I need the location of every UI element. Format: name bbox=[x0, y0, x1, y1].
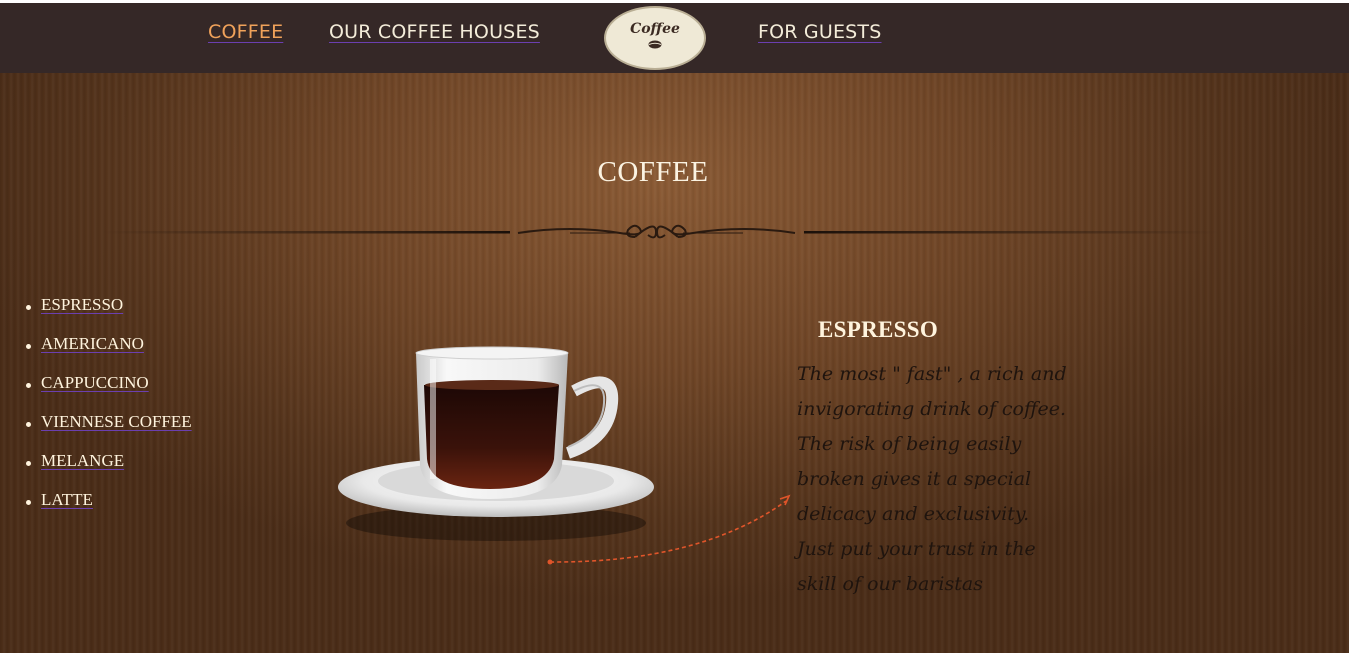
menu-item-melange[interactable]: MELANGE bbox=[26, 451, 192, 490]
coffee-bean-icon bbox=[648, 40, 662, 49]
section-title: COFFEE bbox=[597, 156, 709, 188]
menu-item-americano[interactable]: AMERICANO bbox=[26, 334, 192, 373]
nav-coffee-link[interactable]: COFFEE bbox=[208, 21, 283, 43]
menu-item-label[interactable]: VIENNESE COFFEE bbox=[41, 412, 192, 431]
nav-coffee-houses-link[interactable]: OUR COFFEE HOUSES bbox=[329, 21, 540, 43]
dashed-arrow-icon bbox=[547, 494, 791, 565]
menu-item-latte[interactable]: LATTE bbox=[26, 490, 192, 529]
page-background: COFFEE OUR COFFEE HOUSES Coffee FOR GUES… bbox=[0, 3, 1349, 653]
menu-item-label[interactable]: LATTE bbox=[41, 490, 93, 509]
menu-item-viennese-coffee[interactable]: VIENNESE COFFEE bbox=[26, 412, 192, 451]
coffee-logo[interactable]: Coffee bbox=[604, 6, 706, 70]
menu-item-label[interactable]: ESPRESSO bbox=[41, 295, 123, 314]
menu-item-cappuccino[interactable]: CAPPUCCINO bbox=[26, 373, 192, 412]
menu-item-label[interactable]: AMERICANO bbox=[41, 334, 144, 353]
menu-item-espresso[interactable]: ESPRESSO bbox=[26, 295, 192, 334]
detail-description: The most " fast" , a rich and invigorati… bbox=[797, 363, 1067, 595]
ornamental-divider-icon bbox=[100, 224, 1220, 239]
nav-for-guests-link[interactable]: FOR GUESTS bbox=[758, 21, 882, 43]
menu-item-label[interactable]: CAPPUCCINO bbox=[41, 373, 149, 392]
top-navigation-bar: COFFEE OUR COFFEE HOUSES Coffee FOR GUES… bbox=[0, 3, 1349, 73]
menu-item-label[interactable]: MELANGE bbox=[41, 451, 124, 470]
detail-title: ESPRESSO bbox=[818, 317, 939, 342]
coffee-menu-list: ESPRESSO AMERICANO CAPPUCCINO VIENNESE C… bbox=[26, 295, 192, 529]
logo-text: Coffee bbox=[630, 21, 680, 37]
